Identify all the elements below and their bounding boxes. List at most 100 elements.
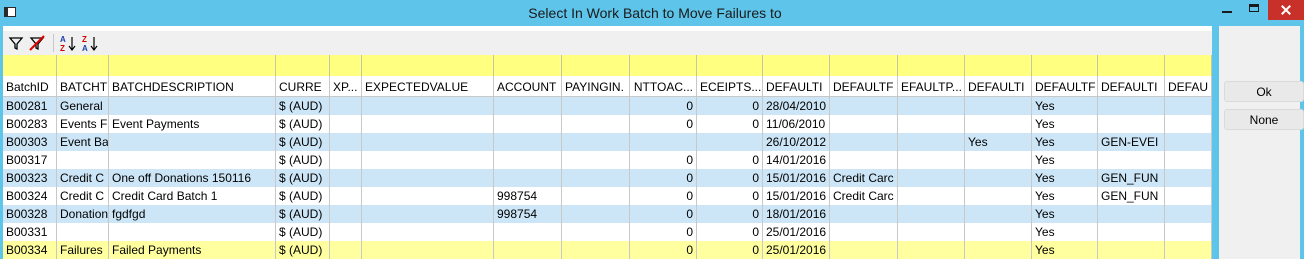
table-cell[interactable]: 14/01/2016: [763, 151, 830, 169]
table-cell[interactable]: 998754: [494, 187, 562, 205]
table-cell[interactable]: [1165, 133, 1212, 151]
table-cell[interactable]: 11/06/2010: [763, 115, 830, 133]
table-cell[interactable]: B00331: [3, 223, 57, 241]
table-cell[interactable]: [362, 151, 494, 169]
ok-button[interactable]: Ok: [1224, 81, 1304, 102]
table-cell[interactable]: [965, 97, 1032, 115]
table-cell[interactable]: Yes: [1032, 169, 1098, 187]
table-row[interactable]: B00303 Event Ba $ (AUD) 26/10/2012 Yes Yes GEN…: [3, 133, 1212, 151]
table-cell[interactable]: [630, 133, 697, 151]
column-header-account[interactable]: ACCOUNT: [494, 76, 562, 97]
table-cell[interactable]: Yes: [1032, 133, 1098, 151]
table-cell[interactable]: [1165, 115, 1212, 133]
table-cell[interactable]: Yes: [965, 133, 1032, 151]
table-cell[interactable]: [830, 97, 898, 115]
column-header-defaultf[interactable]: DEFAULTF: [1032, 76, 1098, 97]
table-cell[interactable]: [330, 241, 362, 259]
table-cell[interactable]: [1098, 97, 1165, 115]
filter-cell-7[interactable]: [562, 55, 630, 76]
table-cell[interactable]: [362, 169, 494, 187]
table-cell[interactable]: 0: [697, 187, 763, 205]
table-cell[interactable]: [330, 97, 362, 115]
table-cell[interactable]: [965, 205, 1032, 223]
table-cell[interactable]: [362, 241, 494, 259]
table-cell[interactable]: GEN_FUN: [1098, 169, 1165, 187]
table-cell[interactable]: $ (AUD): [276, 169, 330, 187]
filter-cell-15[interactable]: [1098, 55, 1165, 76]
column-header-batchid[interactable]: BatchID: [3, 76, 57, 97]
table-cell[interactable]: [1165, 97, 1212, 115]
table-cell[interactable]: B00328: [3, 205, 57, 223]
filter-cell-6[interactable]: [494, 55, 562, 76]
table-cell[interactable]: [362, 205, 494, 223]
table-cell[interactable]: Yes: [1032, 205, 1098, 223]
column-header-defau[interactable]: DEFAU: [1165, 76, 1212, 97]
table-row[interactable]: B00334 Failures Failed Payments $ (AUD) 0 0 25…: [3, 241, 1212, 259]
table-cell[interactable]: [330, 169, 362, 187]
table-cell[interactable]: GEN_FUN: [1098, 187, 1165, 205]
column-header-batcht[interactable]: BATCHT: [57, 76, 109, 97]
table-cell[interactable]: $ (AUD): [276, 115, 330, 133]
table-cell[interactable]: Yes: [1032, 241, 1098, 259]
table-cell[interactable]: 15/01/2016: [763, 187, 830, 205]
table-cell[interactable]: [965, 151, 1032, 169]
table-cell[interactable]: [830, 241, 898, 259]
table-cell[interactable]: [898, 115, 965, 133]
table-cell[interactable]: [330, 223, 362, 241]
table-cell[interactable]: [109, 151, 276, 169]
column-header-payingin[interactable]: PAYINGIN.: [562, 76, 630, 97]
table-cell[interactable]: $ (AUD): [276, 241, 330, 259]
table-cell[interactable]: [1165, 223, 1212, 241]
table-cell[interactable]: [330, 205, 362, 223]
table-cell[interactable]: 15/01/2016: [763, 169, 830, 187]
column-header-batchdescription[interactable]: BATCHDESCRIPTION: [109, 76, 276, 97]
table-cell[interactable]: [830, 223, 898, 241]
table-cell[interactable]: 0: [630, 115, 697, 133]
table-cell[interactable]: [830, 151, 898, 169]
table-cell[interactable]: [1165, 241, 1212, 259]
filter-cell-10[interactable]: [763, 55, 830, 76]
table-cell[interactable]: 18/01/2016: [763, 205, 830, 223]
table-cell[interactable]: One off Donations 150116: [109, 169, 276, 187]
table-cell[interactable]: [362, 223, 494, 241]
table-cell[interactable]: [494, 223, 562, 241]
table-cell[interactable]: [494, 115, 562, 133]
close-icon[interactable]: [1268, 0, 1304, 20]
table-cell[interactable]: [697, 133, 763, 151]
table-cell[interactable]: [965, 115, 1032, 133]
filter-cell-13[interactable]: [965, 55, 1032, 76]
table-row[interactable]: B00328 Donation fgdfgd $ (AUD) 998754 0 0 18/01…: [3, 205, 1212, 223]
table-cell[interactable]: Failures: [57, 241, 109, 259]
filter-icon[interactable]: [7, 34, 25, 52]
column-header-xp[interactable]: XP...: [330, 76, 362, 97]
filter-cell-11[interactable]: [830, 55, 898, 76]
table-cell[interactable]: [109, 223, 276, 241]
table-cell[interactable]: Yes: [1032, 151, 1098, 169]
filter-cell-0[interactable]: [3, 55, 57, 76]
table-cell[interactable]: [330, 151, 362, 169]
table-cell[interactable]: [1165, 205, 1212, 223]
table-cell[interactable]: [362, 97, 494, 115]
table-cell[interactable]: [330, 115, 362, 133]
table-cell[interactable]: [830, 115, 898, 133]
table-cell[interactable]: $ (AUD): [276, 187, 330, 205]
table-cell[interactable]: [109, 97, 276, 115]
table-cell[interactable]: [562, 133, 630, 151]
table-cell[interactable]: [830, 133, 898, 151]
clear-filter-icon[interactable]: [28, 34, 46, 52]
filter-cell-16[interactable]: [1165, 55, 1212, 76]
column-header-defaulti[interactable]: DEFAULTI: [763, 76, 830, 97]
table-cell[interactable]: [1165, 187, 1212, 205]
table-cell[interactable]: 0: [630, 241, 697, 259]
filter-cell-1[interactable]: [57, 55, 109, 76]
table-cell[interactable]: [109, 133, 276, 151]
column-header-nttoac[interactable]: NTTOAC...: [630, 76, 697, 97]
none-button[interactable]: None: [1224, 109, 1304, 130]
table-cell[interactable]: [1165, 169, 1212, 187]
table-cell[interactable]: Events F: [57, 115, 109, 133]
table-cell[interactable]: Yes: [1032, 97, 1098, 115]
table-cell[interactable]: [562, 115, 630, 133]
table-cell[interactable]: [830, 205, 898, 223]
column-header-expectedvalue[interactable]: EXPECTEDVALUE: [362, 76, 494, 97]
table-cell[interactable]: 26/10/2012: [763, 133, 830, 151]
